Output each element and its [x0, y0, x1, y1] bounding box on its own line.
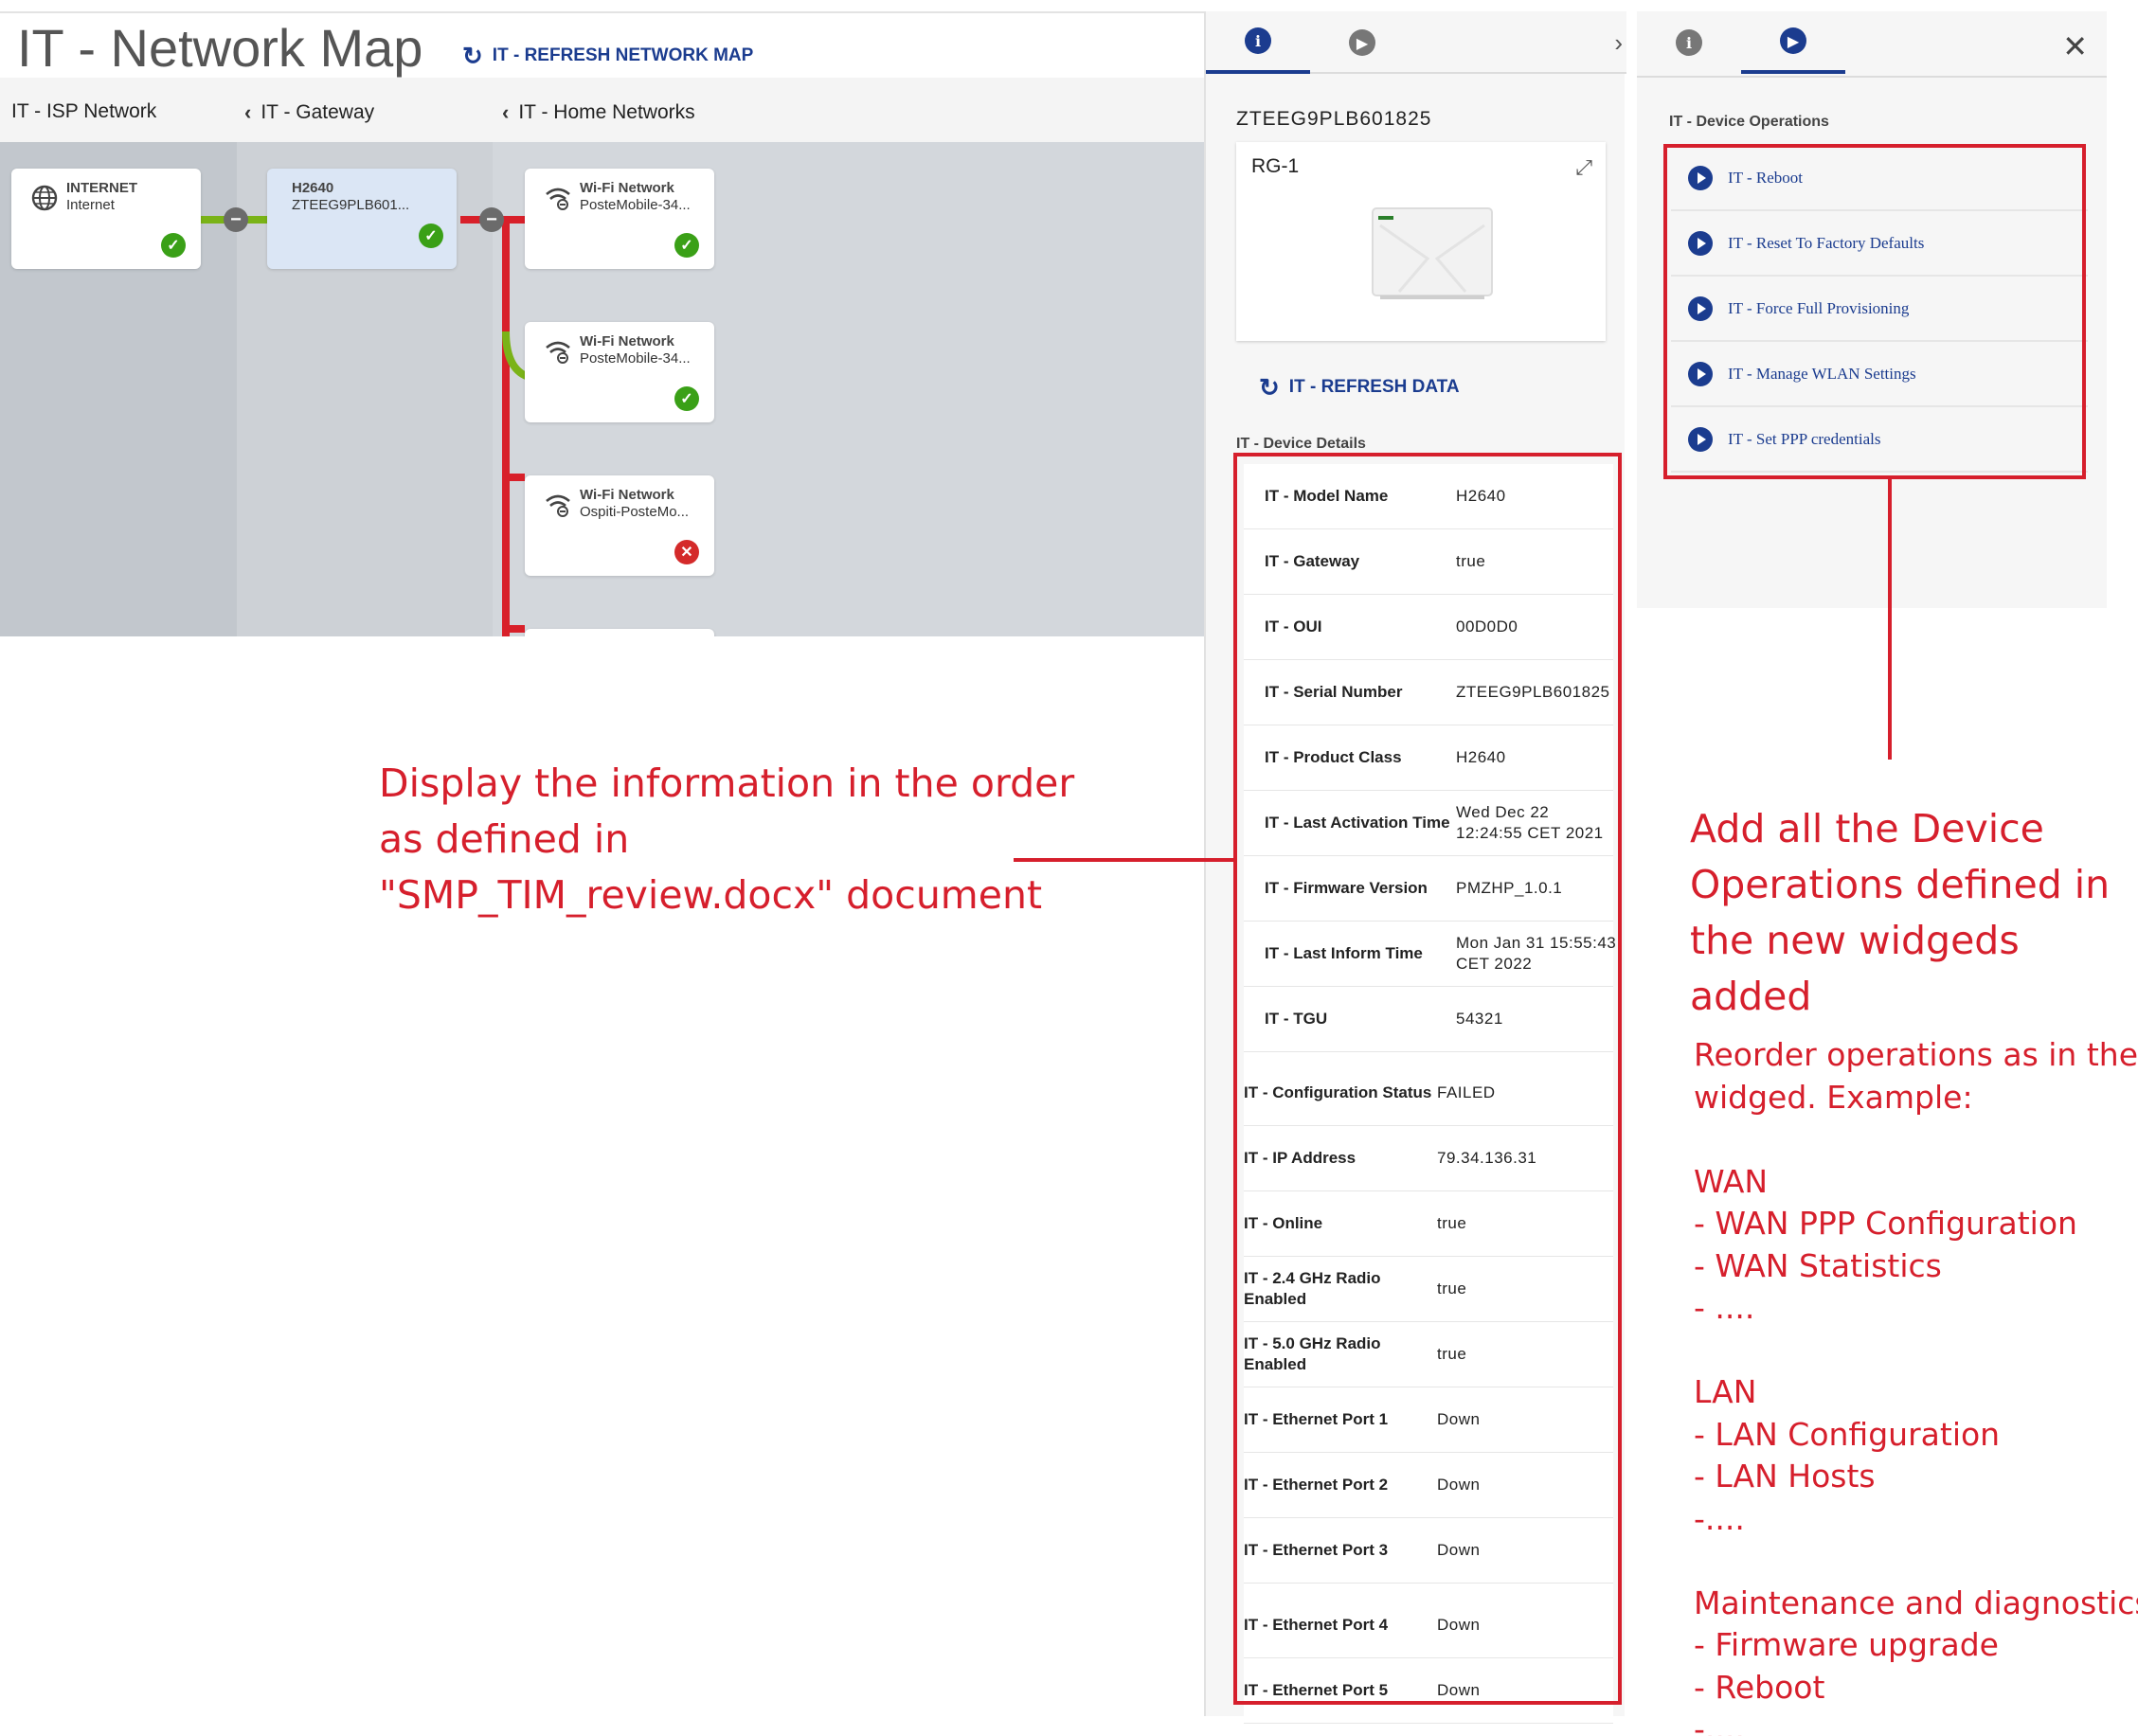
- node-subtitle: PosteMobile-34...: [580, 197, 691, 213]
- annotation-line: Operations defined in: [1690, 862, 2111, 907]
- page-title: IT - Network Map: [17, 18, 423, 78]
- annotation-line: [1694, 1330, 2138, 1372]
- tab-operations[interactable]: ▶: [1310, 11, 1414, 74]
- device-card: RG-1 ⤢: [1236, 142, 1606, 341]
- annotation-line: the new widgeds: [1690, 918, 2020, 963]
- router-image: [1372, 207, 1493, 299]
- wifi-icon: [546, 494, 570, 517]
- annotation-line: -....: [1694, 1710, 1745, 1736]
- status-ok-icon: ✓: [161, 233, 186, 258]
- detail-tabs: i ▶ ›: [1206, 11, 1626, 74]
- info-icon: i: [1676, 29, 1702, 56]
- node-title: INTERNET: [66, 180, 137, 196]
- annotation-line: - WAN Statistics: [1694, 1246, 1942, 1284]
- annotation-line: - ....: [1694, 1289, 1755, 1326]
- node-title: Wi-Fi Network: [580, 180, 674, 196]
- operations-tabs: i ▶ ✕: [1637, 11, 2107, 78]
- status-ok-icon: ✓: [419, 224, 443, 248]
- annotation-line: - Reboot: [1694, 1668, 1825, 1706]
- refresh-network-map-button[interactable]: ↻ IT - REFRESH NETWORK MAP: [462, 44, 753, 68]
- node-wifi-network[interactable]: Wi-Fi Network Ospiti-PosteMo... ✕: [525, 475, 714, 576]
- network-map-column-headers: IT - ISP Network ‹ IT - Gateway ‹ IT - H…: [0, 78, 1204, 142]
- column-header-isp-network: IT - ISP Network: [11, 100, 156, 123]
- column-header-gateway[interactable]: ‹ IT - Gateway: [244, 100, 374, 125]
- device-details-heading: IT - Device Details: [1236, 436, 1366, 452]
- refresh-network-map-label: IT - REFRESH NETWORK MAP: [492, 45, 754, 65]
- node-subtitle: ZTEEG9PLB601...: [292, 197, 410, 213]
- annotation-line: - LAN Hosts: [1694, 1458, 1876, 1494]
- status-ok-icon: ✓: [674, 386, 699, 411]
- tab-info[interactable]: i: [1637, 11, 1741, 74]
- node-subtitle: Internet: [66, 197, 115, 213]
- node-gateway[interactable]: H2640 ZTEEG9PLB601... ✓: [267, 169, 457, 269]
- node-title: Wi-Fi Network: [580, 333, 674, 349]
- refresh-data-button[interactable]: ↻ IT - REFRESH DATA: [1259, 375, 1460, 400]
- status-ok-icon: ✓: [674, 233, 699, 258]
- column-header-label: IT - ISP Network: [11, 100, 157, 122]
- play-icon: ▶: [1349, 29, 1375, 56]
- connection-branch-error: [510, 474, 525, 481]
- annotation-box-operations: [1663, 144, 2086, 479]
- column-header-label: IT - Home Networks: [518, 101, 695, 123]
- annotation-box-details: [1233, 453, 1622, 1705]
- info-icon: i: [1245, 27, 1271, 54]
- refresh-data-label: IT - REFRESH DATA: [1288, 377, 1460, 397]
- device-serial: ZTEEG9PLB601825: [1236, 108, 1432, 130]
- annotation-line: [1694, 1540, 2138, 1583]
- device-card-title: RG-1: [1251, 155, 1300, 177]
- annotation-line: Reorder operations as in the: [1694, 1036, 2138, 1073]
- annotation-line: added: [1690, 974, 1812, 1019]
- link-toggle-button[interactable]: −: [479, 207, 504, 232]
- chevron-left-icon[interactable]: ‹: [244, 100, 251, 125]
- chevron-right-icon[interactable]: ›: [1614, 28, 1623, 58]
- globe-icon: [31, 185, 58, 211]
- network-map-canvas: − − INTERNET Internet ✓ H2640 ZTEEG9PLB6…: [0, 142, 1204, 636]
- node-wifi-network[interactable]: Wi-Fi Network PosteMobile-34... ✓: [525, 169, 714, 269]
- device-operations-heading: IT - Device Operations: [1669, 114, 1829, 130]
- node-title: Wi-Fi Network: [580, 487, 674, 503]
- node-subtitle: PosteMobile-34...: [580, 350, 691, 367]
- annotation-line: WAN: [1694, 1162, 1769, 1200]
- node-title: H2640: [292, 180, 334, 196]
- wifi-icon: [546, 341, 570, 364]
- tab-info[interactable]: i: [1206, 11, 1310, 74]
- chevron-left-icon[interactable]: ‹: [502, 100, 509, 125]
- annotation-line: - WAN PPP Configuration: [1694, 1205, 2077, 1242]
- close-icon[interactable]: ✕: [2062, 28, 2088, 64]
- status-error-icon: ✕: [674, 540, 699, 564]
- annotation-line: Add all the Device: [1690, 806, 2044, 851]
- annotation-line: widged. Example:: [1694, 1078, 1973, 1116]
- node-wifi-network[interactable]: Wi-Fi Network PosteMobile-34... ✓: [525, 322, 714, 422]
- link-toggle-button[interactable]: −: [224, 207, 248, 232]
- annotation-line: Maintenance and diagnostics:: [1694, 1584, 2138, 1621]
- network-map-header: IT - Network Map ↻ IT - REFRESH NETWORK …: [0, 11, 1204, 78]
- annotation-operations-body: Reorder operations as in the widged. Exam…: [1694, 1034, 2138, 1736]
- expand-icon[interactable]: ⤢: [1575, 155, 1592, 180]
- annotation-line: - LAN Configuration: [1694, 1415, 2001, 1453]
- annotation-line: as defined in: [379, 816, 630, 862]
- refresh-icon: ↻: [462, 42, 483, 70]
- node-internet[interactable]: INTERNET Internet ✓: [11, 169, 201, 269]
- annotation-line: [1694, 1119, 2138, 1161]
- connection-branch-error: [510, 216, 525, 224]
- tab-operations[interactable]: ▶: [1741, 11, 1845, 74]
- column-header-home-networks[interactable]: ‹ IT - Home Networks: [502, 100, 695, 125]
- refresh-icon: ↻: [1259, 373, 1280, 402]
- column-header-label: IT - Gateway: [261, 101, 375, 123]
- annotation-line: - Firmware upgrade: [1694, 1626, 1999, 1663]
- connection-branch-error: [510, 625, 525, 633]
- node-wifi-network[interactable]: [525, 629, 714, 636]
- network-map-panel: IT - Network Map ↻ IT - REFRESH NETWORK …: [0, 0, 1204, 636]
- annotation-line: LAN: [1694, 1373, 1757, 1410]
- annotation-order-note: Display the information in the order as d…: [379, 756, 1074, 923]
- annotation-line: Display the information in the order: [379, 761, 1075, 806]
- annotation-connector: [1888, 479, 1892, 760]
- annotation-line: "SMP_TIM_review.docx" document: [379, 872, 1043, 918]
- annotation-line: -....: [1694, 1499, 1745, 1537]
- connection-trunk-error: [502, 216, 510, 636]
- wifi-icon: [546, 188, 570, 210]
- node-subtitle: Ospiti-PosteMo...: [580, 504, 690, 520]
- annotation-operations-title: Add all the Device Operations defined in t…: [1690, 801, 2110, 1025]
- play-icon: ▶: [1780, 27, 1806, 54]
